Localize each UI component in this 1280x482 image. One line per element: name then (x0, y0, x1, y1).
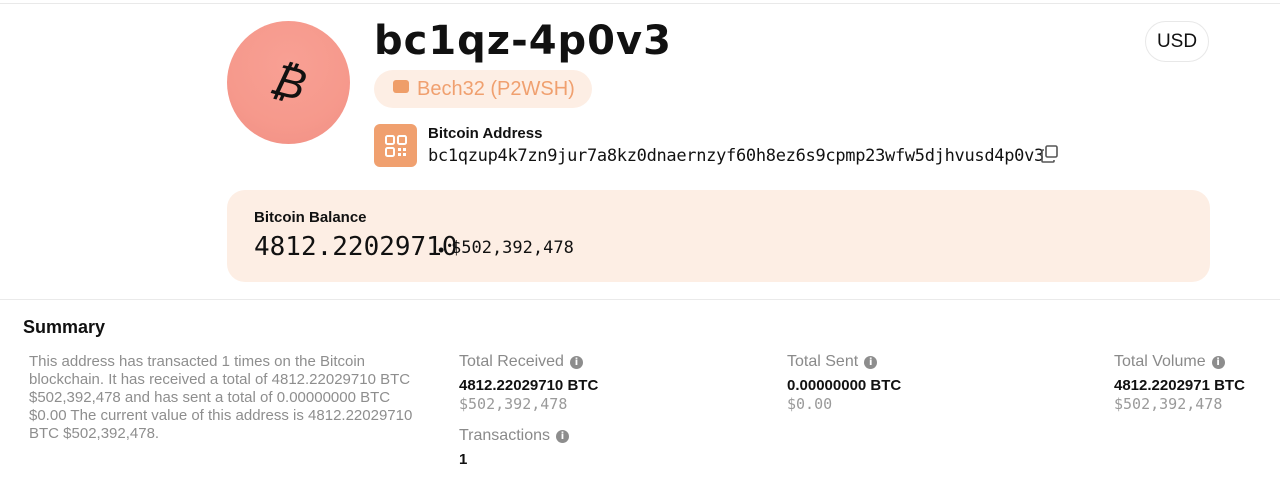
page-title: bc1qz-4p0v3 (374, 18, 672, 64)
bitcoin-avatar: ₿ (227, 21, 350, 144)
wallet-icon (393, 79, 409, 93)
stat-usd: $0.00 (787, 395, 833, 413)
balance-separator: • (438, 240, 445, 260)
address-type-badge: Bech32 (P2WSH) (374, 70, 592, 108)
currency-toggle-button[interactable]: USD (1145, 21, 1209, 62)
stat-total-volume: Total Volume i 4812.2202971 BTC $502,392… (1114, 353, 1245, 413)
info-icon[interactable]: i (569, 355, 583, 369)
stat-usd: $502,392,478 (1114, 395, 1223, 413)
stat-total-received: Total Received i 4812.22029710 BTC $502,… (459, 353, 598, 413)
stat-transactions: Transactions i 1 (459, 427, 569, 468)
section-divider (0, 299, 1280, 300)
stat-label: Total Received (459, 353, 564, 370)
info-icon[interactable]: i (864, 355, 878, 369)
summary-text: This address has transacted 1 times on t… (29, 353, 413, 442)
stat-label: Transactions (459, 427, 550, 444)
stat-value: 4812.22029710 BTC (459, 377, 599, 394)
stat-value: 4812.2202971 BTC (1114, 377, 1245, 394)
stat-usd: $502,392,478 (459, 395, 568, 413)
summary-heading: Summary (23, 317, 106, 337)
qr-code-button[interactable] (374, 124, 417, 167)
balance-usd: $502,392,478 (451, 238, 574, 258)
balance-label: Bitcoin Balance (254, 209, 367, 226)
stat-total-sent: Total Sent i 0.00000000 BTC $0.00 (787, 353, 901, 413)
top-divider (0, 3, 1280, 4)
stat-value: 1 (459, 451, 468, 468)
address-label: Bitcoin Address (428, 125, 543, 142)
stat-label: Total Volume (1114, 353, 1206, 370)
balance-card: Bitcoin Balance 4812.22029710 • $502,392… (227, 190, 1210, 282)
address-type-label: Bech32 (P2WSH) (417, 77, 575, 100)
address-value: bc1qzup4k7zn9jur7a8kz0dnaernzyf60h8ez6s9… (428, 146, 1044, 166)
qr-code-icon (384, 134, 407, 157)
info-icon[interactable]: i (556, 429, 569, 443)
stat-value: 0.00000000 BTC (787, 377, 902, 394)
bitcoin-icon: ₿ (265, 53, 312, 112)
info-icon[interactable]: i (1211, 355, 1225, 369)
copy-icon[interactable] (1041, 145, 1059, 163)
balance-btc: 4812.22029710 (254, 232, 458, 262)
stat-label: Total Sent (787, 353, 859, 370)
